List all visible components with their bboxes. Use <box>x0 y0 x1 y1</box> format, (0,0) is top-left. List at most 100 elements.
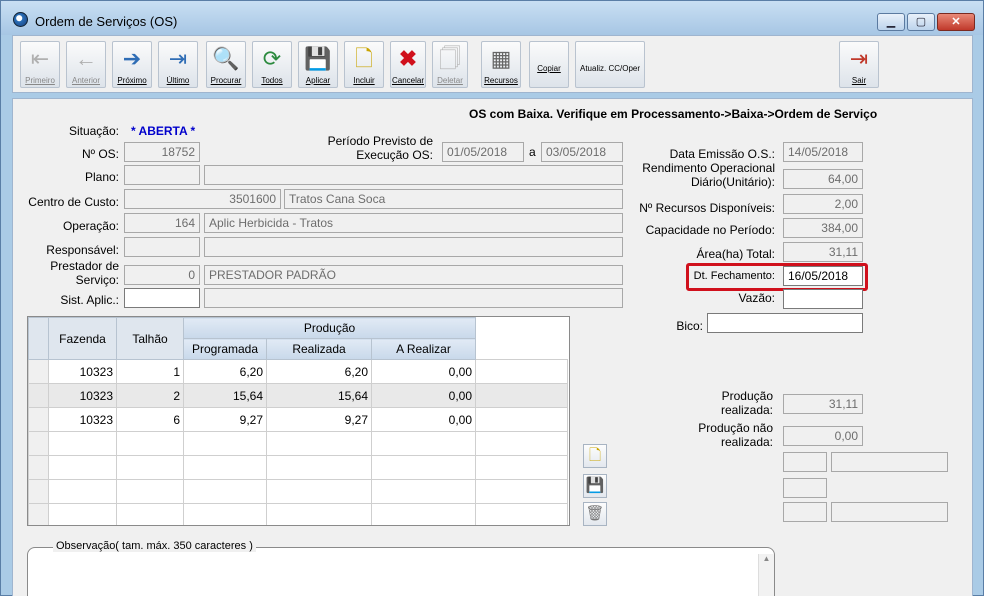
empty-row[interactable] <box>28 431 568 456</box>
periodo-to-field[interactable]: 03/05/2018 <box>541 142 623 162</box>
realizada-cell[interactable]: 9,27 <box>266 407 372 432</box>
scroll-up-icon[interactable]: ▲ <box>759 554 774 563</box>
realizada-cell[interactable]: 15,64 <box>266 383 372 408</box>
empty-row[interactable] <box>28 479 568 504</box>
talhao-cell[interactable]: 2 <box>116 383 184 408</box>
talhao-cell[interactable]: 1 <box>116 359 184 384</box>
aplicar-button[interactable]: 💾 Aplicar <box>298 41 338 88</box>
table-row[interactable]: 10323 1 6,20 6,20 0,00 <box>28 359 568 384</box>
programada-header[interactable]: Programada <box>183 338 267 360</box>
empty-row[interactable] <box>28 455 568 480</box>
empty-cell[interactable] <box>371 503 476 525</box>
empty-cell[interactable] <box>116 455 184 480</box>
extra-field-5[interactable] <box>831 502 948 522</box>
plano-desc-field[interactable] <box>204 165 623 185</box>
empty-cell[interactable] <box>48 503 117 525</box>
prestador-desc-field[interactable]: PRESTADOR PADRÃO <box>204 265 623 285</box>
recursos-disponiveis-field[interactable]: 2,00 <box>783 194 863 214</box>
fazenda-cell[interactable]: 10323 <box>48 359 117 384</box>
primeiro-button[interactable]: ⇤ Primeiro <box>20 41 60 88</box>
programada-cell[interactable]: 15,64 <box>183 383 267 408</box>
a-realizar-cell[interactable]: 0,00 <box>371 359 476 384</box>
dt-fechamento-field[interactable]: 16/05/2018 <box>783 266 863 286</box>
centro-custo-code-field[interactable]: 3501600 <box>124 189 281 209</box>
empty-cell[interactable] <box>48 479 117 504</box>
vazao-field[interactable] <box>783 289 863 309</box>
atualiz-cc-oper-button[interactable]: Atualiz. CC/Oper <box>575 41 645 88</box>
observacao-textarea[interactable] <box>27 547 775 596</box>
empty-cell[interactable] <box>183 455 267 480</box>
fazenda-cell[interactable]: 10323 <box>48 407 117 432</box>
nos-field[interactable]: 18752 <box>124 142 200 162</box>
todos-button[interactable]: ⟳ Todos <box>252 41 292 88</box>
observacao-scrollbar[interactable]: ▲ <box>758 554 774 596</box>
plano-code-field[interactable] <box>124 165 200 185</box>
a-realizar-cell[interactable]: 0,00 <box>371 383 476 408</box>
empty-cell[interactable] <box>266 479 372 504</box>
cancelar-button[interactable]: ✖ Cancelar <box>390 41 426 88</box>
proximo-button[interactable]: ➔ Próximo <box>112 41 152 88</box>
empty-cell[interactable] <box>183 503 267 525</box>
realizada-cell[interactable]: 6,20 <box>266 359 372 384</box>
responsavel-desc-field[interactable] <box>204 237 623 257</box>
empty-cell[interactable] <box>266 503 372 525</box>
close-button[interactable]: ✕ <box>937 13 975 31</box>
extra-field-2[interactable] <box>831 452 948 472</box>
sist-aplic-desc-field[interactable] <box>204 288 623 308</box>
ultimo-button[interactable]: ⇥ Último <box>158 41 198 88</box>
empty-cell[interactable] <box>48 431 117 456</box>
rendimento-field[interactable]: 64,00 <box>783 169 863 189</box>
procurar-button[interactable]: 🔍 Procurar <box>206 41 246 88</box>
talhao-cell[interactable]: 6 <box>116 407 184 432</box>
centro-custo-desc-field[interactable]: Tratos Cana Soca <box>284 189 623 209</box>
sist-aplic-code-field[interactable] <box>124 288 200 308</box>
prestador-code-field[interactable]: 0 <box>124 265 200 285</box>
empty-cell[interactable] <box>116 479 184 504</box>
empty-cell[interactable] <box>371 455 476 480</box>
a-realizar-cell[interactable]: 0,00 <box>371 407 476 432</box>
empty-cell[interactable] <box>266 455 372 480</box>
empty-cell[interactable] <box>48 455 117 480</box>
programada-cell[interactable]: 9,27 <box>183 407 267 432</box>
recursos-button[interactable]: ▦ Recursos <box>481 41 521 88</box>
table-row[interactable]: 10323 2 15,64 15,64 0,00 <box>28 383 568 408</box>
empty-cell[interactable] <box>266 431 372 456</box>
restore-button[interactable]: ▢ <box>907 13 935 31</box>
operacao-desc-field[interactable]: Aplic Herbicida - Tratos <box>204 213 623 233</box>
sair-button[interactable]: ⇥ Sair <box>839 41 879 88</box>
incluir-button[interactable]: 🗋 Incluir <box>344 41 384 88</box>
copiar-button[interactable]: Copiar <box>529 41 569 88</box>
operacao-code-field[interactable]: 164 <box>124 213 200 233</box>
fazenda-cell[interactable]: 10323 <box>48 383 117 408</box>
data-emissao-field[interactable]: 14/05/2018 <box>783 142 863 162</box>
empty-row[interactable] <box>28 503 568 525</box>
producao-nao-realizada-field[interactable]: 0,00 <box>783 426 863 446</box>
a-realizar-header[interactable]: A Realizar <box>371 338 476 360</box>
grid-delete-button[interactable]: 🗑 <box>583 502 607 526</box>
realizada-header[interactable]: Realizada <box>266 338 372 360</box>
talhao-header[interactable]: Talhão <box>116 317 184 360</box>
extra-field-1[interactable] <box>783 452 827 472</box>
minimize-button[interactable]: ▁ <box>877 13 905 31</box>
grid-save-button[interactable]: 💾 <box>583 474 607 498</box>
empty-cell[interactable] <box>183 479 267 504</box>
area-total-field[interactable]: 31,11 <box>783 242 863 262</box>
capacidade-field[interactable]: 384,00 <box>783 218 863 238</box>
empty-cell[interactable] <box>371 479 476 504</box>
anterior-button[interactable]: ← Anterior <box>66 41 106 88</box>
empty-cell[interactable] <box>183 431 267 456</box>
extra-field-3[interactable] <box>783 478 827 498</box>
extra-field-4[interactable] <box>783 502 827 522</box>
programada-cell[interactable]: 6,20 <box>183 359 267 384</box>
table-row[interactable]: 10323 6 9,27 9,27 0,00 <box>28 407 568 432</box>
empty-cell[interactable] <box>116 431 184 456</box>
periodo-from-field[interactable]: 01/05/2018 <box>442 142 524 162</box>
bico-field[interactable] <box>707 313 863 333</box>
deletar-button[interactable]: 🗍 Deletar <box>432 41 468 88</box>
responsavel-code-field[interactable] <box>124 237 200 257</box>
empty-cell[interactable] <box>371 431 476 456</box>
grid-add-button[interactable]: 🗋 <box>583 444 607 468</box>
producao-realizada-field[interactable]: 31,11 <box>783 394 863 414</box>
fazenda-header[interactable]: Fazenda <box>48 317 117 360</box>
empty-cell[interactable] <box>116 503 184 525</box>
